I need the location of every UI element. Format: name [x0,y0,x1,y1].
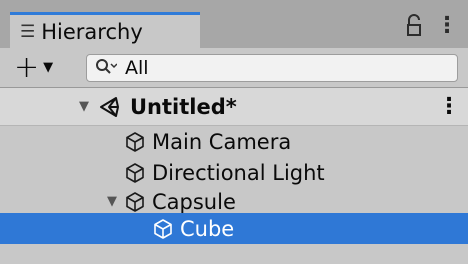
scene-options-icon[interactable]: ⋮ [438,94,460,119]
hierarchy-toolbar: + ▼ All [0,48,468,88]
tab-controls: ⋮ [406,14,458,38]
item-label: Capsule [152,189,236,214]
more-options-icon[interactable]: ⋮ [436,15,458,37]
scene-row[interactable]: ▼ Untitled* ⋮ [0,88,468,126]
cube-icon [124,191,146,213]
tab-title: Hierarchy [41,20,143,44]
hierarchy-item-cube[interactable]: Cube [0,213,468,244]
chevron-down-icon: ▼ [43,60,54,75]
tab-hierarchy[interactable]: ☰ Hierarchy [10,12,200,49]
item-label: Main Camera [152,129,292,154]
search-icon [95,58,118,78]
panel-tab-bar: ☰ Hierarchy ⋮ [0,0,468,49]
unity-logo-icon [98,95,122,119]
expand-arrow-icon[interactable]: ▼ [76,99,92,114]
cube-icon [124,131,146,153]
expand-arrow-icon[interactable]: ▼ [104,194,120,209]
search-input[interactable]: All [86,54,458,82]
item-label: Cube [180,216,235,241]
cube-icon [152,218,174,240]
search-placeholder: All [125,57,149,79]
item-label: Directional Light [152,160,325,185]
cube-icon [124,162,146,184]
lock-icon[interactable] [406,14,422,38]
list-icon: ☰ [20,22,36,42]
add-object-button[interactable]: + ▼ [14,49,84,85]
hierarchy-item-directional-light[interactable]: Directional Light [0,157,468,188]
scene-name: Untitled* [130,94,237,119]
hierarchy-item-main-camera[interactable]: Main Camera [0,126,468,157]
plus-icon: + [14,49,40,85]
